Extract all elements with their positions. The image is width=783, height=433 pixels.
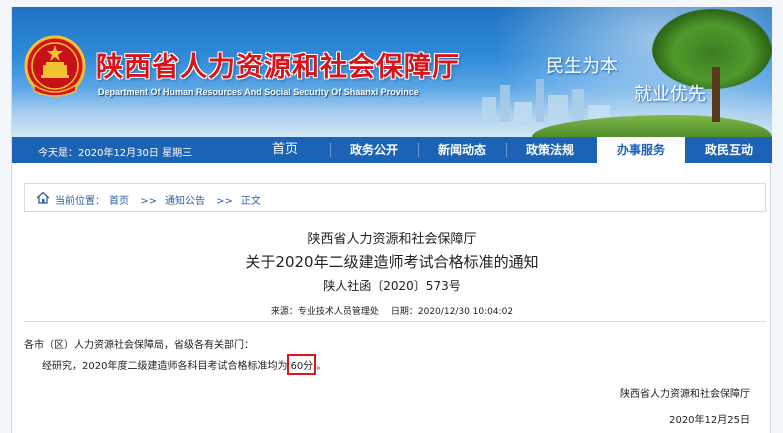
article-divider [24,321,766,322]
article-body-end: 。 [316,361,327,372]
nav-item-interaction[interactable]: 政民互动 [696,137,762,163]
nav-item-services[interactable]: 办事服务 [597,137,685,163]
breadcrumb-link-notices[interactable]: 通知公告 [165,196,205,207]
article-date: 日期：2020/12/30 10:04:02 [390,307,514,317]
nav-divider [418,143,419,157]
highlighted-score: 60分 [287,354,317,375]
breadcrumb-separator: >> [216,196,233,207]
article-meta: 来源：专业技术人员管理处 日期：2020/12/30 10:04:02 [12,304,772,317]
article-body: 经研究，2020年度二级建造师各科目考试合格标准均为 60分。 [42,354,327,375]
main-nav: 今天是：2020年12月30日 星期三 首页 政务公开 新闻动态 政策法规 办事… [12,137,772,163]
home-icon [36,191,50,204]
breadcrumb-label: 当前位置： [55,196,105,207]
nav-divider [330,143,331,157]
site-subtitle: Department Of Human Resources And Social… [98,87,419,97]
page-frame: 陕西省人力资源和社会保障厅 Department Of Human Resour… [11,7,772,433]
breadcrumb-current: 正文 [240,196,261,207]
national-emblem-icon [24,35,86,97]
breadcrumb-separator: >> [140,196,157,207]
nav-divider [506,143,507,157]
breadcrumb-link-home[interactable]: 首页 [109,196,129,207]
tree-trunk-graphic [712,67,720,122]
nav-item-government-affairs[interactable]: 政务公开 [342,137,406,163]
nav-item-home[interactable]: 首页 [260,137,310,163]
article-title: 关于2020年二级建造师考试合格标准的通知 [245,253,539,271]
article-doc-number: 陕人社函〔2020〕573号 [323,279,461,293]
site-banner: 陕西省人力资源和社会保障厅 Department Of Human Resour… [12,7,772,137]
slogan-line-1: 民生为本 [546,56,618,77]
nav-item-news[interactable]: 新闻动态 [430,137,494,163]
article-source: 来源：专业技术人员管理处 [270,307,379,317]
site-title: 陕西省人力资源和社会保障厅 [96,52,460,83]
slogan-line-2: 就业优先 [634,84,706,105]
breadcrumb: 当前位置： 首页 >> 通知公告 >> 正文 [24,183,766,212]
article-signature: 陕西省人力资源和社会保障厅 [620,389,750,400]
nav-item-policies[interactable]: 政策法规 [518,137,582,163]
today-date: 今天是：2020年12月30日 星期三 [38,148,193,159]
article-sign-date: 2020年12月25日 [669,415,750,426]
article-addressee: 各市（区）人力资源社会保障局，省级各有关部门： [24,340,254,351]
article-issuer: 陕西省人力资源和社会保障厅 [307,232,477,247]
breadcrumb-trail: 当前位置： 首页 >> 通知公告 >> 正文 [55,192,269,207]
article-body-text: 经研究，2020年度二级建造师各科目考试合格标准均为 [42,361,288,372]
